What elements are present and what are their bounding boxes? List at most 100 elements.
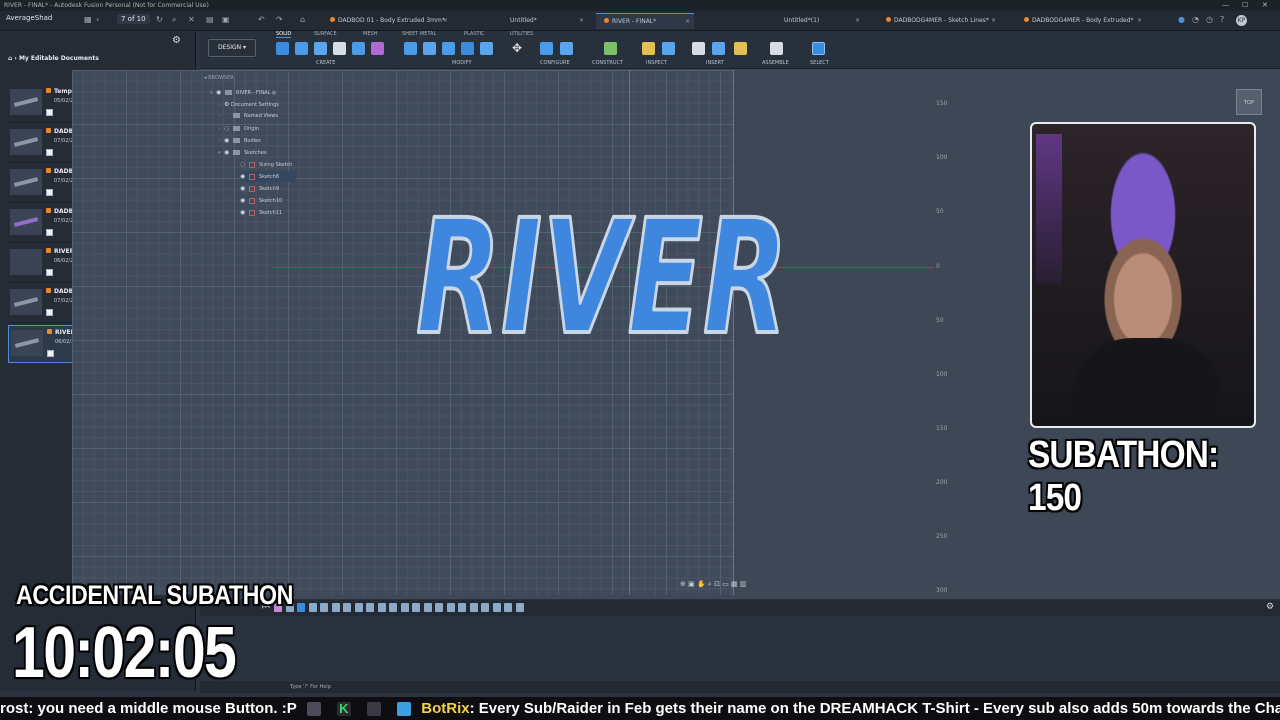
timeline-feature-icon[interactable] (458, 603, 466, 612)
move-icon[interactable]: ✥ (512, 42, 525, 55)
configure-icon[interactable] (560, 42, 573, 55)
breadcrumb[interactable]: ⌂ › My Editable Documents (8, 55, 99, 62)
undo-icon[interactable]: ↶ (258, 15, 265, 24)
tab-mesh[interactable]: MESH (363, 31, 377, 37)
browser-header[interactable]: ◂ BROWSER (204, 75, 352, 83)
group-configure[interactable]: CONFIGURE (540, 60, 570, 66)
form-icon[interactable] (371, 42, 384, 55)
tab-untitled-1[interactable]: Untitled*(1) ✕ (776, 13, 864, 29)
browser-item-sketch11[interactable]: ◉ Sketch11 (240, 207, 282, 218)
eye-off-icon[interactable]: ◌ (240, 159, 247, 170)
group-insert[interactable]: INSERT (706, 60, 724, 66)
document-checkbox[interactable] (46, 109, 53, 116)
chamfer-icon[interactable] (442, 42, 455, 55)
browser-item-document-settings[interactable]: › ⚙ Document Settings (218, 99, 279, 110)
user-account-menu[interactable]: AverageShad (6, 14, 52, 22)
timeline-feature-icon[interactable] (377, 603, 386, 612)
group-create[interactable]: CREATE (316, 60, 335, 66)
insert-mcmaster-icon[interactable] (734, 42, 747, 55)
close-tab-icon[interactable]: ✕ (579, 13, 584, 29)
timeline-feature-icon[interactable] (331, 603, 340, 612)
tab-body-extruded[interactable]: DADBODG4MER - Body Extruded* ✕ (1016, 13, 1146, 29)
timeline-feature-icon[interactable] (504, 603, 512, 612)
timeline-feature-icon[interactable] (366, 603, 374, 612)
timeline-feature-icon[interactable] (389, 603, 397, 612)
gear-icon[interactable]: ⚙ (172, 35, 181, 46)
timeline-feature-icon[interactable] (435, 603, 443, 612)
prev-doc-icon[interactable]: ‹ (96, 15, 99, 24)
tab-solid[interactable]: SOLID (276, 31, 292, 38)
view-cube[interactable]: TOP (1236, 89, 1262, 115)
eye-off-icon[interactable]: ◌ (224, 123, 231, 134)
timeline-feature-icon[interactable] (297, 603, 305, 612)
group-select[interactable]: SELECT (810, 60, 829, 66)
browser-item-sketch8[interactable]: ◉ Sketch8 (240, 171, 296, 182)
browser-item-sketch10[interactable]: ◉ Sketch10 (240, 195, 282, 206)
new-sketch-icon[interactable] (276, 42, 289, 55)
document-checkbox[interactable] (46, 269, 53, 276)
tab-surface[interactable]: SURFACE (314, 31, 337, 37)
viewports-icon[interactable]: ▥ (740, 580, 747, 588)
browser-item-sizing-sketch[interactable]: ◌ Sizing Sketch (240, 159, 292, 170)
workspace-switcher[interactable]: DESIGN ▾ (208, 39, 256, 57)
eye-icon[interactable]: ◉ (224, 147, 231, 158)
eye-icon[interactable]: ◉ (224, 135, 231, 146)
timeline-feature-icon[interactable] (492, 603, 501, 612)
grid-settings-icon[interactable]: ▦ (731, 580, 738, 588)
river-model-text[interactable]: RIVER (414, 186, 790, 348)
group-inspect[interactable]: INSPECT (646, 60, 667, 66)
timeline-feature-icon[interactable] (446, 603, 455, 612)
shell-icon[interactable] (461, 42, 474, 55)
document-checkbox[interactable] (46, 309, 53, 316)
construct-plane-icon[interactable] (604, 42, 617, 55)
parameters-icon[interactable] (540, 42, 553, 55)
help-icon[interactable]: ? (1220, 15, 1224, 24)
file-icon[interactable]: ▤ (206, 15, 214, 24)
measure-icon[interactable] (642, 42, 655, 55)
hole-icon[interactable] (333, 42, 346, 55)
timeline-feature-icon[interactable] (343, 603, 351, 612)
eye-icon[interactable]: ◉ (240, 183, 247, 194)
extrude-icon[interactable] (295, 42, 308, 55)
browser-item-named-views[interactable]: › Named Views (218, 111, 278, 122)
group-assemble[interactable]: ASSEMBLE (762, 60, 789, 66)
close-panel-icon[interactable]: ✕ (188, 15, 195, 24)
eye-icon[interactable]: ◉ (216, 87, 223, 98)
document-checkbox[interactable] (46, 149, 53, 156)
press-pull-icon[interactable] (404, 42, 417, 55)
insert-derive-icon[interactable] (692, 42, 705, 55)
save-icon[interactable]: ▣ (222, 15, 230, 24)
timeline-feature-icon[interactable] (469, 603, 478, 612)
combine-icon[interactable] (480, 42, 493, 55)
document-checkbox[interactable] (47, 350, 54, 357)
browser-item-origin[interactable]: › ◌ Origin (218, 123, 259, 134)
browser-item-sketches[interactable]: ▾ ◉ Sketches (218, 147, 267, 158)
look-at-icon[interactable]: ▣ (688, 580, 695, 588)
eye-icon[interactable]: ◉ (240, 171, 247, 182)
browser-item-bodies[interactable]: › ◉ Bodies (218, 135, 261, 146)
pan-icon[interactable]: ✋ (697, 580, 706, 588)
refresh-icon[interactable]: ↻ (156, 15, 163, 24)
close-icon[interactable]: ✕ (1262, 0, 1268, 11)
grid-icon[interactable]: ▦ (84, 15, 92, 24)
timeline-feature-icon[interactable] (400, 603, 409, 612)
fillet-icon[interactable] (423, 42, 436, 55)
eye-icon[interactable]: ◉ (240, 207, 247, 218)
revolve-icon[interactable] (314, 42, 327, 55)
maximize-icon[interactable]: ☐ (1242, 0, 1248, 11)
extensions-icon[interactable]: ● (1178, 15, 1185, 24)
jobs-icon[interactable]: ◷ (1206, 15, 1213, 24)
redo-icon[interactable]: ↷ (276, 15, 283, 24)
search-icon[interactable]: ⌕ (172, 15, 176, 25)
box-icon[interactable] (352, 42, 365, 55)
section-icon[interactable] (662, 42, 675, 55)
timeline-feature-icon[interactable] (423, 603, 432, 612)
timeline-feature-icon[interactable] (481, 603, 489, 612)
tab-utilities[interactable]: UTILITIES (510, 31, 533, 37)
notifications-icon[interactable]: ◔ (1192, 15, 1199, 24)
minimize-icon[interactable]: — (1222, 0, 1229, 11)
timeline-feature-icon[interactable] (320, 603, 328, 612)
close-tab-icon[interactable]: ✕ (685, 14, 690, 30)
select-icon[interactable] (812, 42, 825, 55)
tab-dadbod01[interactable]: DADBOD 01 - Body Extruded 3mm* ✕ (322, 13, 452, 29)
